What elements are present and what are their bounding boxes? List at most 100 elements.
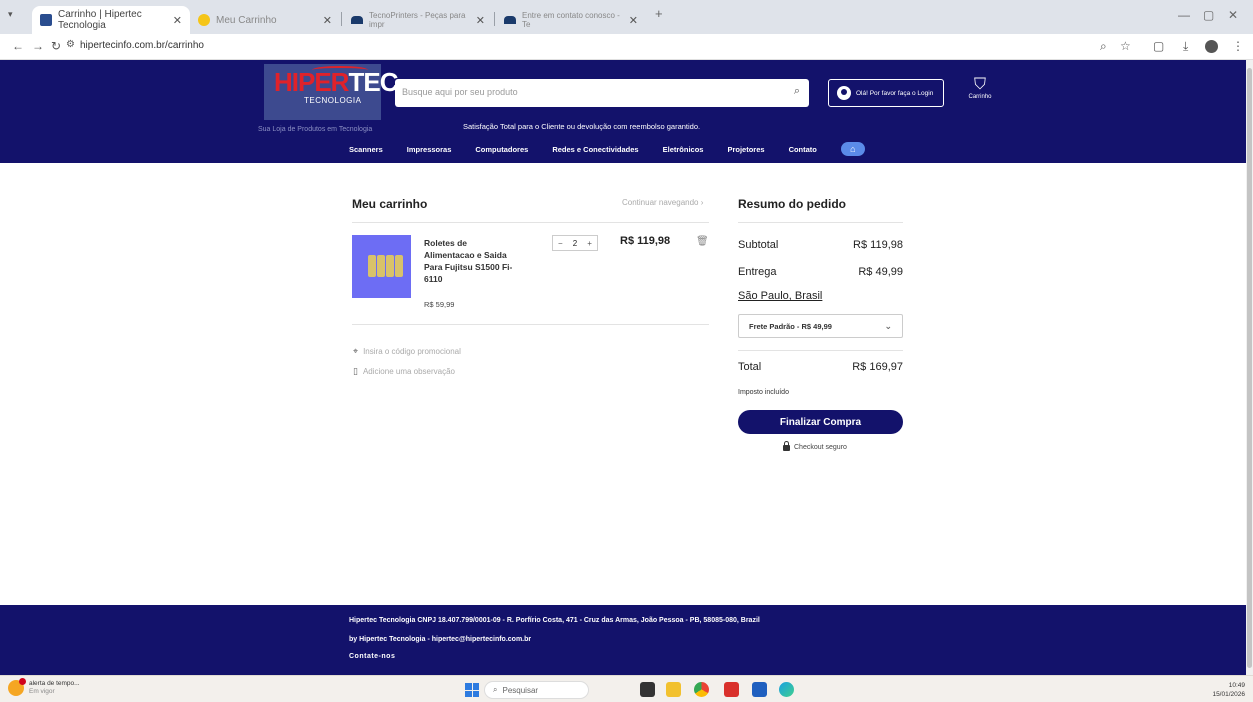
download-icon[interactable]: ⤓ [1183,39,1188,54]
secure-checkout-label: Checkout seguro [794,443,847,451]
close-tab-icon[interactable]: ✕ [629,14,638,27]
tab-title: Carrinho | Hipertec Tecnologia [58,9,142,31]
search-icon[interactable]: ⌕ [794,85,800,98]
hipertec-logo[interactable]: HIPERTEC TECNOLOGIA [264,64,398,120]
minimize-button[interactable]: — [1178,8,1190,22]
menu-impressoras[interactable]: Impressoras [407,145,452,154]
promo-banner: Satisfação Total para o Cliente ou devol… [463,122,701,131]
divider [352,324,709,325]
product-image[interactable] [352,235,411,298]
footer-contact-link[interactable]: Contate-nos [349,653,395,660]
delivery-location-link[interactable]: São Paulo, Brasil [738,290,822,302]
promo-code-link[interactable]: ⌖ Insira o código promocional [353,346,461,357]
login-button[interactable]: Olá! Por favor faça o Login [828,79,944,107]
edge-icon[interactable] [779,682,794,697]
cart-button[interactable]: ⛉ Carrinho [963,76,997,112]
menu-eletronicos[interactable]: Eletrônicos [663,145,704,154]
windows-start-icon[interactable] [465,683,479,697]
scrollbar-thumb[interactable] [1247,68,1252,668]
bookmark-star-icon[interactable]: ☆ [1120,39,1131,53]
product-name[interactable]: Roletes de Alimentacao e Saida Para Fuji… [424,237,514,285]
delivery-value: R$ 49,99 [858,266,903,278]
windows-taskbar: alerta de tempo... Em vigor ⌕ Pesquisar … [0,675,1253,702]
reload-icon[interactable]: ↻ [51,39,61,53]
zoom-icon[interactable]: ⌕ [1100,39,1107,54]
footer-company-info: Hipertec Tecnologia CNPJ 18.407.799/0001… [349,617,760,624]
search-input[interactable]: Busque aqui por seu produto ⌕ [395,79,809,107]
menu-contato[interactable]: Contato [789,145,817,154]
shipping-select[interactable]: Frete Padrão - R$ 49,99 ⌄ [738,314,903,338]
forward-arrow-icon[interactable]: → [32,39,44,53]
site-favicon-icon [198,14,210,26]
task-view-icon[interactable] [640,682,655,697]
back-arrow-icon[interactable]: ← [12,39,24,53]
tab-title: Meu Carrinho [216,14,277,26]
tab-contato[interactable]: Entre em contato conosco - Te ✕ [496,6,646,34]
shipping-selected-option: Frete Padrão - R$ 49,99 [749,321,832,331]
tab-tecnoprinters[interactable]: TecnoPrinters - Peças para impr ✕ [343,6,493,34]
close-tab-icon[interactable]: ✕ [173,14,182,27]
maximize-button[interactable]: ▢ [1203,8,1214,22]
divider [738,222,903,223]
browser-tab-bar: ▾ Carrinho | Hipertec Tecnologia ✕ Meu C… [0,0,1253,34]
tab-list-chevron-icon[interactable]: ▾ [8,9,13,20]
logo-wordmark: HIPERTEC [274,67,398,97]
tab-title: Entre em contato conosco - Te [522,11,620,29]
footer-email[interactable]: by Hipertec Tecnologia - hipertec@hipert… [349,636,531,643]
tab-carrinho[interactable]: Carrinho | Hipertec Tecnologia ✕ [32,6,190,34]
outlook-icon[interactable] [752,682,767,697]
url-field[interactable]: hipertecinfo.com.br/carrinho [80,40,204,51]
weather-widget[interactable]: alerta de tempo... Em vigor [8,678,80,696]
secure-checkout-note: Checkout seguro [783,441,847,451]
menu-computadores[interactable]: Computadores [475,145,528,154]
menu-projetores[interactable]: Projetores [727,145,764,154]
qty-increase-button[interactable]: + [587,239,592,248]
cart-label: Carrinho [968,94,992,100]
page-scrollbar[interactable] [1246,60,1253,675]
clock-date: 15/01/2026 [1212,691,1245,698]
site-header: HIPERTEC TECNOLOGIA Sua Loja de Produtos… [0,60,1246,163]
profile-avatar[interactable] [1205,40,1218,53]
trash-icon[interactable]: 🗑 [696,236,709,247]
search-placeholder: Busque aqui por seu produto [402,87,518,97]
tab-title: TecnoPrinters - Peças para impr [369,11,466,29]
clock-time: 10:49 [1228,682,1245,689]
add-note-link[interactable]: ▯ Adicione uma observação [353,366,455,377]
promo-code-label: Insira o código promocional [363,347,461,356]
close-tab-icon[interactable]: ✕ [476,14,485,27]
close-tab-icon[interactable]: ✕ [323,14,332,27]
close-window-button[interactable]: ✕ [1228,8,1238,22]
cart-icon: ⛉ [973,76,986,93]
chevron-down-icon: ⌄ [884,320,892,331]
new-tab-button[interactable]: + [655,6,663,21]
system-clock[interactable]: 10:49 15/01/2026 [1205,681,1245,699]
line-total: R$ 119,98 [620,235,671,247]
site-info-icon[interactable]: ⚙ [66,39,75,50]
unit-price: R$ 59,99 [424,300,455,309]
extensions-icon[interactable]: ▢ [1153,39,1164,53]
browser-menu-icon[interactable]: ⋮ [1232,39,1244,53]
chrome-icon[interactable] [694,682,709,697]
continue-shopping-link[interactable]: Continuar navegando › [622,198,703,207]
site-footer: Hipertec Tecnologia CNPJ 18.407.799/0001… [0,605,1246,675]
note-icon: ▯ [353,366,358,376]
file-explorer-icon[interactable] [666,682,681,697]
divider [738,350,903,351]
menu-scanners[interactable]: Scanners [349,145,383,154]
menu-redes[interactable]: Redes e Conectividades [552,145,638,154]
qty-value[interactable]: 2 [573,239,577,248]
taskbar-search-input[interactable]: ⌕ Pesquisar [484,681,589,699]
pdf-reader-icon[interactable] [724,682,739,697]
cart-title: Meu carrinho [352,197,428,211]
roller-shape [386,255,394,277]
checkout-button[interactable]: Finalizar Compra [738,410,903,434]
tag-icon: ⌖ [353,346,359,356]
address-bar-row: ← → ↻ ⚙ hipertecinfo.com.br/carrinho ⌕ ☆… [0,34,1253,60]
home-icon[interactable]: ⌂ [840,142,865,156]
taskbar-search-placeholder: Pesquisar [502,685,539,695]
login-label: Olá! Por favor faça o Login [856,89,934,97]
tab-separator [341,12,342,26]
qty-decrease-button[interactable]: − [558,239,563,248]
tab-meu-carrinho[interactable]: Meu Carrinho ✕ [190,6,340,34]
store-tagline: Sua Loja de Produtos em Tecnologia [258,126,373,133]
